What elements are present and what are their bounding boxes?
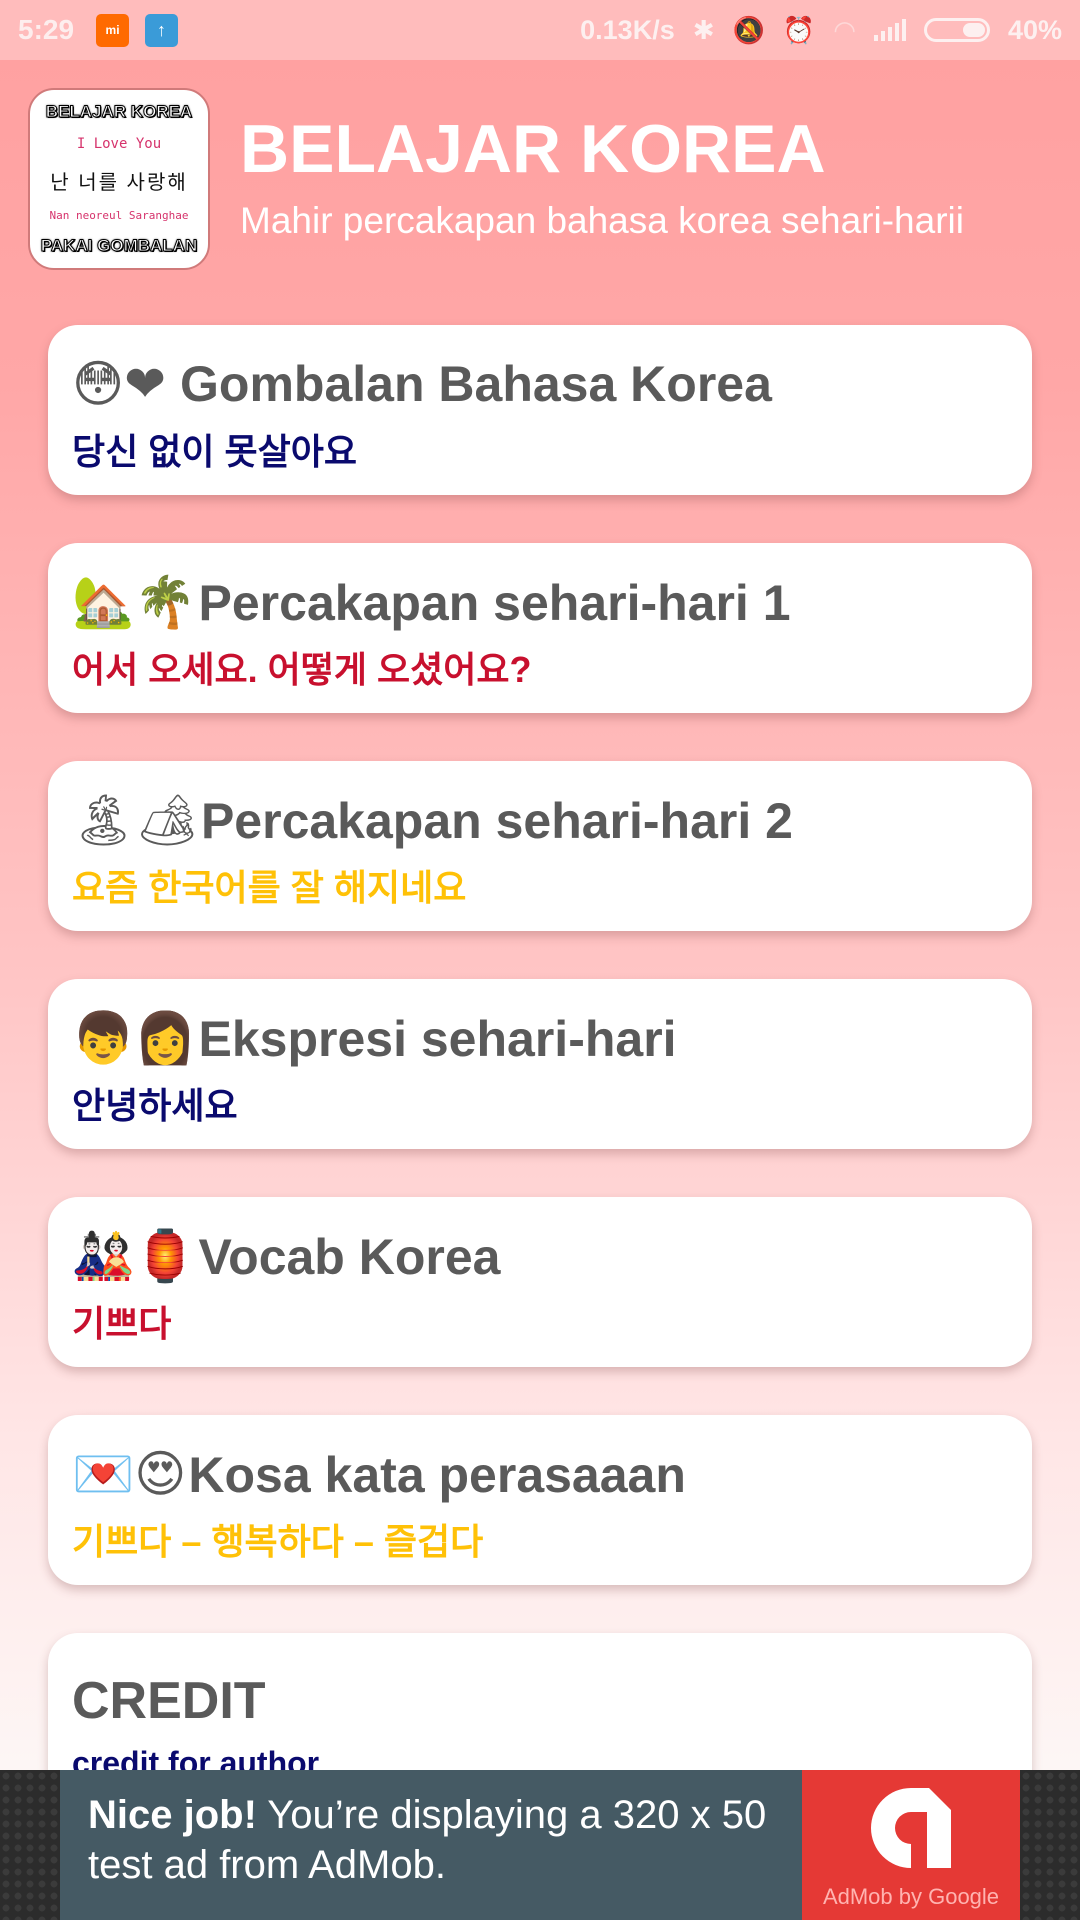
app-header: BELAJAR KOREA I Love You 난 너를 사랑해 Nan ne…: [0, 60, 1080, 290]
menu-card-subtitle: 기쁘다 – 행복하다 – 즐겁다: [72, 1521, 484, 1562]
island-camping-icon: 🏝🏕: [72, 791, 199, 849]
ad-bold-text: Nice job!: [88, 1793, 257, 1837]
admob-test-ad[interactable]: Nice job! You’re displaying a 320 x 50 t…: [60, 1770, 1020, 1920]
wifi-icon: ◠: [833, 14, 856, 45]
menu-card-vocab[interactable]: 🎎🏮 Vocab Korea 기쁘다: [48, 1197, 1032, 1367]
ad-container: Nice job! You’re displaying a 320 x 50 t…: [0, 1770, 1080, 1920]
admob-brand-panel: AdMob by Google: [802, 1770, 1020, 1920]
menu-card-kosa-kata[interactable]: 💌😍 Kosa kata perasaaan 기쁘다 – 행복하다 – 즐겁다: [48, 1415, 1032, 1585]
admob-logo-icon: [867, 1784, 955, 1872]
blushing-face-heart-icon: 😳❤: [72, 355, 167, 413]
menu-card-title: Vocab Korea: [198, 1228, 501, 1285]
silent-bell-icon: 🔕: [732, 14, 765, 45]
menu-card-gombalan[interactable]: 😳❤ Gombalan Bahasa Korea 당신 없이 못살아요: [48, 325, 1032, 495]
logo-love-text: I Love You: [76, 136, 162, 152]
app-logo: BELAJAR KOREA I Love You 난 너를 사랑해 Nan ne…: [28, 88, 210, 270]
house-palm-tree-icon: 🏡🌴: [72, 573, 197, 631]
menu-card-subtitle: 당신 없이 못살아요: [72, 431, 357, 472]
menu-card-ekspresi[interactable]: 👦👩 Ekspresi sehari-hari 안녕하세요: [48, 979, 1032, 1149]
network-speed: 0.13K/s: [580, 14, 675, 45]
ad-message: Nice job! You’re displaying a 320 x 50 t…: [60, 1770, 802, 1920]
upload-arrow-icon: ↑: [145, 13, 179, 47]
menu-card-percakapan-2[interactable]: 🏝🏕 Percakapan sehari-hari 2 요즘 한국어를 잘 해지…: [48, 761, 1032, 931]
credit-title: CREDIT: [72, 1672, 266, 1730]
menu-card-title: Ekspresi sehari-hari: [198, 1010, 677, 1067]
clock: 5:29: [18, 14, 75, 45]
admob-caption: AdMob by Google: [822, 1884, 1000, 1909]
logo-korean-text: 난 너를 사랑해: [50, 172, 188, 194]
alarm-clock-icon: ⏰: [782, 14, 816, 45]
status-bar: 5:29 mi ↑ 0.13K/s ✱ 🔕 ⏰ ◠ 40%: [0, 0, 1080, 60]
battery-percent: 40%: [1007, 14, 1062, 45]
logo-romanized-text: Nan neoreul Saranghae: [49, 209, 189, 222]
menu-card-percakapan-1[interactable]: 🏡🌴 Percakapan sehari-hari 1 어서 오세요. 어떻게 …: [48, 543, 1032, 713]
app-title: BELAJAR KOREA: [240, 111, 826, 187]
menu-card-subtitle: 요즘 한국어를 잘 해지네요: [72, 867, 467, 908]
battery-level: [962, 23, 985, 37]
dolls-lantern-icon: 🎎🏮: [72, 1227, 197, 1285]
menu-card-subtitle: 안녕하세요: [72, 1085, 238, 1126]
battery-icon: [923, 18, 990, 42]
love-letter-heart-eyes-icon: 💌😍: [72, 1445, 187, 1503]
logo-top-text: BELAJAR KOREA: [45, 102, 193, 122]
menu-card-title: Percakapan sehari-hari 1: [198, 574, 791, 631]
cell-signal-icon: [873, 19, 906, 41]
menu-card-title: Kosa kata perasaaan: [188, 1446, 686, 1503]
menu-card-subtitle: 기쁘다: [72, 1303, 172, 1344]
bluetooth-icon: ✱: [692, 14, 715, 45]
mi-app-icon: mi: [96, 13, 130, 47]
app-subtitle: Mahir percakapan bahasa korea sehari-har…: [240, 200, 964, 241]
menu-card-title: Gombalan Bahasa Korea: [180, 356, 772, 412]
menu-card-subtitle: 어서 오세요. 어떻게 오셨어요?: [72, 649, 532, 690]
boy-woman-icon: 👦👩: [72, 1009, 197, 1067]
logo-bottom-text: PAKAI GOMBALAN: [40, 236, 198, 256]
menu-card-title: Percakapan sehari-hari 2: [200, 792, 793, 849]
